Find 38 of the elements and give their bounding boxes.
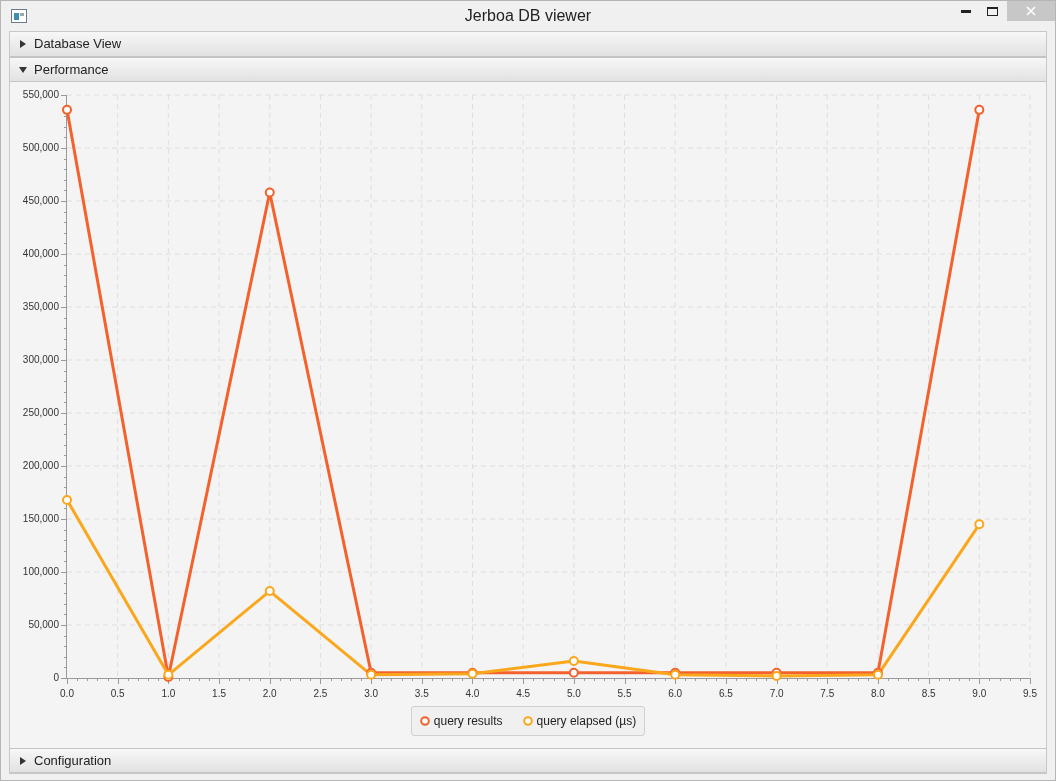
axis-label: 0 <box>53 672 59 683</box>
axis-label: 250,000 <box>22 407 59 418</box>
axis-label: 7.5 <box>820 688 835 699</box>
axis-label: 9.0 <box>972 688 987 699</box>
legend-label: query results <box>433 713 503 730</box>
section-title: Performance <box>34 60 109 79</box>
axis-label: 3.5 <box>414 688 429 699</box>
axis-label: 100,000 <box>22 566 59 577</box>
axis-label: 450,000 <box>22 195 59 206</box>
axis-label: 2.0 <box>262 688 277 699</box>
axis-label: 1.0 <box>161 688 176 699</box>
axis-label: 4.0 <box>465 688 480 699</box>
axis-label: 550,000 <box>22 89 59 100</box>
axis-label: 0.5 <box>110 688 125 699</box>
axis-label: 6.5 <box>718 688 733 699</box>
axis-label: 8.0 <box>871 688 885 699</box>
axis-label: 400,000 <box>22 248 59 259</box>
axis-label: 5.0 <box>566 688 581 699</box>
axis-label: 4.5 <box>516 688 531 699</box>
section-title: Database View <box>34 35 122 54</box>
axis-label: 7.0 <box>769 688 784 699</box>
axis-label: 9.5 <box>1023 688 1037 699</box>
legend-label: query elapsed (µs) <box>536 713 637 730</box>
axis-label: 200,000 <box>22 460 59 471</box>
window-title: Jerboa DB viewer <box>464 6 592 26</box>
axis-label: 150,000 <box>22 513 59 524</box>
axis-label: 8.5 <box>921 688 936 699</box>
section-title: Configuration <box>34 751 112 770</box>
axis-label: 2.5 <box>313 688 328 699</box>
axis-label: 50,000 <box>28 619 59 630</box>
axis-label: 1.5 <box>212 688 226 699</box>
axis-label: 6.0 <box>668 688 683 699</box>
axis-label: 0.0 <box>60 688 74 699</box>
axis-label: 3.0 <box>364 688 379 699</box>
axis-label: 300,000 <box>22 354 59 365</box>
axis-label: 350,000 <box>22 301 59 312</box>
axis-label: 500,000 <box>22 142 59 153</box>
axis-label: 5.5 <box>617 688 632 699</box>
